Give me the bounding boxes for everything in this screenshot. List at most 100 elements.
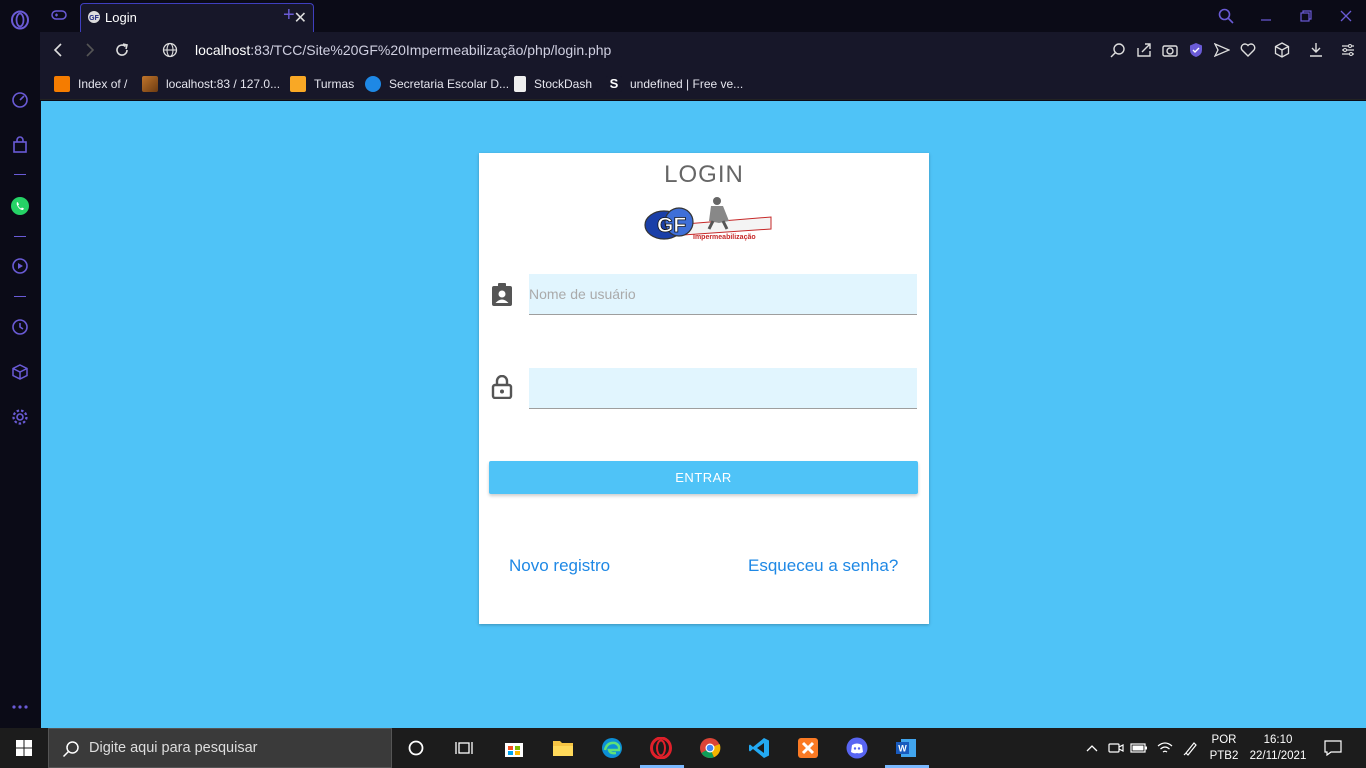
- url-field[interactable]: localhost:83/TCC/Site%20GF%20Impermeabil…: [195, 42, 611, 58]
- send-flow-icon[interactable]: [1212, 40, 1232, 60]
- sidebar-divider: [14, 236, 26, 237]
- share-icon[interactable]: [1134, 40, 1154, 60]
- browser-sidebar: [0, 0, 40, 728]
- document-icon: [514, 76, 526, 92]
- sidebar-divider: [14, 174, 26, 175]
- novo-registro-link[interactable]: Novo registro: [509, 556, 610, 576]
- gf-logo: GF Impermeabilização: [643, 195, 775, 247]
- xampp-taskbar-icon[interactable]: [794, 734, 822, 762]
- bookmark-heart-icon[interactable]: [1238, 40, 1258, 60]
- taskbar-search[interactable]: Digite aqui para pesquisar: [48, 728, 392, 768]
- esqueceu-senha-link[interactable]: Esqueceu a senha?: [748, 556, 898, 576]
- shopping-bag-icon[interactable]: [8, 133, 32, 157]
- password-input[interactable]: [529, 368, 917, 409]
- search-placeholder: Digite aqui para pesquisar: [89, 740, 258, 756]
- bookmark-stockdash[interactable]: StockDash: [514, 76, 592, 92]
- bookmark-label: StockDash: [534, 77, 593, 91]
- bookmark-undefined[interactable]: S undefined | Free ve...: [606, 76, 743, 92]
- url-host: localhost: [195, 42, 251, 58]
- back-icon[interactable]: [48, 40, 68, 60]
- search-icon: [62, 741, 79, 758]
- whatsapp-icon[interactable]: [8, 194, 32, 218]
- minimize-icon[interactable]: [1246, 0, 1286, 32]
- microsoft-store-icon[interactable]: [500, 734, 528, 762]
- user-badge-icon: [491, 283, 513, 307]
- wifi-icon[interactable]: [1151, 734, 1179, 762]
- clock-time: 16:10: [1263, 734, 1293, 746]
- vscode-icon[interactable]: [745, 734, 773, 762]
- svg-text:GF: GF: [657, 214, 686, 237]
- site-info-icon[interactable]: [160, 40, 180, 60]
- url-path: :83/TCC/Site%20GF%20Impermeabilização/ph…: [250, 42, 612, 58]
- history-icon[interactable]: [8, 315, 32, 339]
- bookmarks-bar: Index of / localhost:83 / 127.0... Turma…: [40, 68, 1366, 100]
- windows-start-icon[interactable]: [0, 728, 48, 768]
- window-controls: [1206, 0, 1366, 32]
- close-window-icon[interactable]: [1326, 0, 1366, 32]
- s-letter-icon: S: [606, 76, 622, 92]
- gaming-tab-icon[interactable]: [50, 7, 68, 28]
- page-viewport: LOGIN GF Impermeabilização ENTRAR Novo r…: [41, 101, 1366, 728]
- settings-gear-icon[interactable]: [8, 405, 32, 429]
- address-bar: localhost:83/TCC/Site%20GF%20Impermeabil…: [40, 32, 1366, 68]
- keyboard-layout: PTB2: [1209, 750, 1239, 762]
- bookmark-secretaria[interactable]: Secretaria Escolar D...: [365, 76, 509, 92]
- opera-taskbar-icon[interactable]: [647, 734, 675, 762]
- tab-close-icon[interactable]: ✕: [294, 8, 307, 28]
- snapshot-camera-icon[interactable]: [1160, 40, 1180, 60]
- xampp-icon: [54, 76, 70, 92]
- task-view-icon[interactable]: [450, 734, 478, 762]
- more-options-icon[interactable]: [8, 695, 32, 719]
- forward-icon[interactable]: [80, 40, 100, 60]
- edge-icon[interactable]: [598, 734, 626, 762]
- speed-dial-icon[interactable]: [8, 88, 32, 112]
- bookmark-index-of[interactable]: Index of /: [54, 76, 127, 92]
- tab-strip: GF Login ✕ +: [40, 0, 1366, 32]
- logo-subtext: Impermeabilização: [693, 234, 756, 241]
- bookmark-turmas[interactable]: Turmas: [290, 76, 354, 92]
- extensions-icon[interactable]: [8, 360, 32, 384]
- clock[interactable]: 16:10 22/11/2021: [1244, 732, 1312, 764]
- file-explorer-icon[interactable]: [549, 734, 577, 762]
- extensions-cube-icon[interactable]: [1272, 40, 1292, 60]
- windows-taskbar: Digite aqui para pesquisar W POR PTB2 16…: [0, 728, 1366, 768]
- bookmark-label: undefined | Free ve...: [630, 77, 744, 91]
- language-code: POR: [1211, 734, 1237, 746]
- sidebar-divider: [14, 296, 26, 297]
- notifications-icon[interactable]: [1319, 734, 1347, 762]
- cortana-icon[interactable]: [402, 734, 430, 762]
- svg-text:GF: GF: [89, 15, 99, 22]
- new-tab-icon[interactable]: +: [283, 4, 295, 27]
- username-input[interactable]: [529, 274, 917, 315]
- chrome-icon[interactable]: [696, 734, 724, 762]
- discord-icon[interactable]: [843, 734, 871, 762]
- toolbar-actions: [1108, 40, 1358, 60]
- player-icon[interactable]: [8, 254, 32, 278]
- login-card: LOGIN GF Impermeabilização ENTRAR Novo r…: [479, 153, 929, 624]
- restore-icon[interactable]: [1286, 0, 1326, 32]
- secretaria-icon: [365, 76, 381, 92]
- svg-text:W: W: [898, 744, 907, 754]
- classroom-icon: [290, 76, 306, 92]
- tab-login[interactable]: GF Login ✕: [80, 3, 314, 32]
- word-icon[interactable]: W: [892, 734, 920, 762]
- easy-setup-icon[interactable]: [1338, 40, 1358, 60]
- lock-icon: [491, 374, 513, 400]
- phpmyadmin-icon: [142, 76, 158, 92]
- bookmark-localhost[interactable]: localhost:83 / 127.0...: [142, 76, 280, 92]
- bookmark-label: Secretaria Escolar D...: [389, 77, 510, 91]
- bookmark-label: localhost:83 / 127.0...: [166, 77, 281, 91]
- clock-date: 22/11/2021: [1249, 750, 1307, 762]
- vpn-shield-icon[interactable]: [1186, 40, 1206, 60]
- downloads-icon[interactable]: [1306, 40, 1326, 60]
- tab-title: Login: [105, 10, 137, 25]
- tab-search-icon[interactable]: [1206, 0, 1246, 32]
- input-language[interactable]: POR PTB2: [1206, 732, 1242, 764]
- search-page-icon[interactable]: [1108, 40, 1128, 60]
- pen-ink-icon[interactable]: [1177, 734, 1205, 762]
- entrar-button[interactable]: ENTRAR: [489, 461, 918, 494]
- battery-icon[interactable]: [1125, 734, 1153, 762]
- opera-menu-icon[interactable]: [8, 8, 32, 32]
- reload-icon[interactable]: [112, 40, 132, 60]
- login-title: LOGIN: [664, 161, 744, 188]
